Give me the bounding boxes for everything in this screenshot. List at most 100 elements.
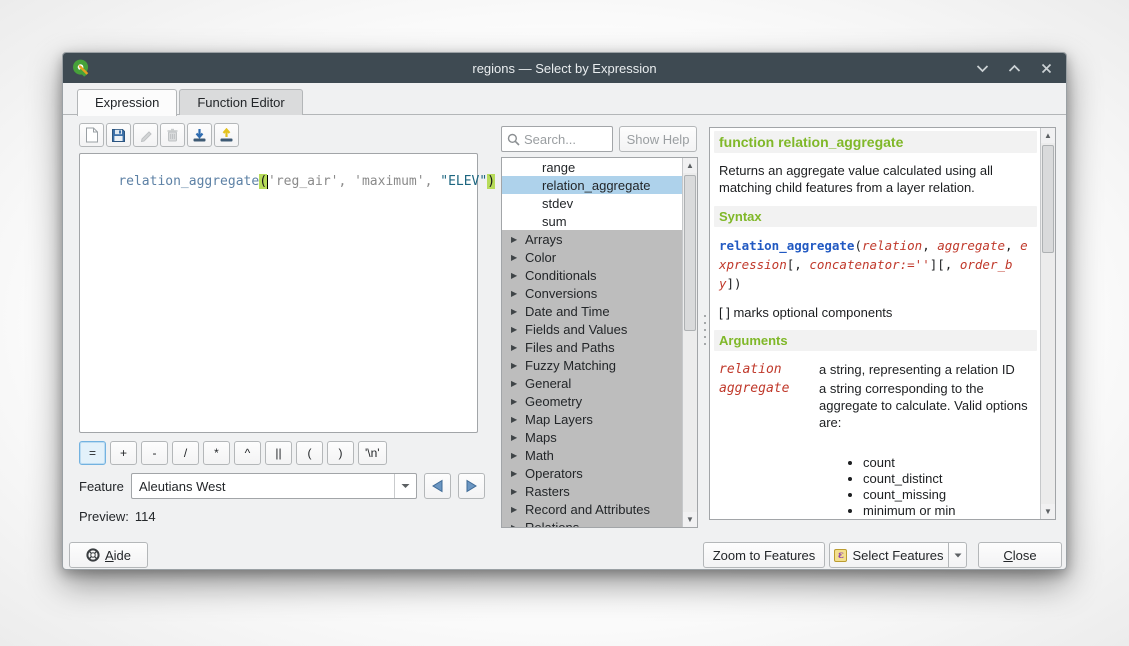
next-feature-button[interactable] bbox=[458, 473, 485, 499]
operator-button-/[interactable]: / bbox=[172, 441, 199, 465]
edit-expression-button[interactable] bbox=[133, 123, 158, 147]
scroll-up-icon[interactable]: ▲ bbox=[1041, 128, 1055, 143]
operator-button--[interactable]: - bbox=[141, 441, 168, 465]
feature-row: Feature Aleutians West bbox=[79, 473, 540, 499]
scroll-down-icon[interactable]: ▼ bbox=[683, 512, 697, 527]
expand-arrow-icon[interactable]: ▶ bbox=[502, 415, 518, 424]
titlebar[interactable]: regions — Select by Expression bbox=[63, 53, 1066, 83]
function-list-label: Geometry bbox=[518, 394, 582, 409]
help-button-label: Aide bbox=[105, 548, 131, 563]
operator-button-^[interactable]: ^ bbox=[234, 441, 261, 465]
help-scrollbar[interactable]: ▲ ▼ bbox=[1040, 128, 1055, 519]
function-list-item-fuzzy-matching[interactable]: ▶Fuzzy Matching bbox=[502, 356, 684, 374]
close-button[interactable]: Close bbox=[978, 542, 1062, 568]
select-features-dropdown[interactable] bbox=[948, 543, 966, 567]
expand-arrow-icon[interactable]: ▶ bbox=[502, 361, 518, 370]
function-list-item-geometry[interactable]: ▶Geometry bbox=[502, 392, 684, 410]
expand-arrow-icon[interactable]: ▶ bbox=[502, 433, 518, 442]
expand-arrow-icon[interactable]: ▶ bbox=[502, 253, 518, 262]
expand-arrow-icon[interactable]: ▶ bbox=[502, 451, 518, 460]
delete-expression-button[interactable] bbox=[160, 123, 185, 147]
expression-token: relation_aggregate bbox=[118, 174, 259, 189]
arguments-table: relationa string, representing a relatio… bbox=[714, 351, 1037, 520]
function-list-item-record-and-attributes[interactable]: ▶Record and Attributes bbox=[502, 500, 684, 518]
expression-token: "ELEV" bbox=[440, 174, 487, 189]
function-list-item-range[interactable]: range bbox=[502, 158, 684, 176]
function-list-item-conditionals[interactable]: ▶Conditionals bbox=[502, 266, 684, 284]
show-help-button[interactable]: Show Help bbox=[619, 126, 697, 152]
expand-arrow-icon[interactable]: ▶ bbox=[502, 235, 518, 244]
function-list-item-color[interactable]: ▶Color bbox=[502, 248, 684, 266]
function-list-item-rasters[interactable]: ▶Rasters bbox=[502, 482, 684, 500]
function-list-item-relation_aggregate[interactable]: relation_aggregate bbox=[502, 176, 684, 194]
function-list-item-arrays[interactable]: ▶Arrays bbox=[502, 230, 684, 248]
new-expression-button[interactable] bbox=[79, 123, 104, 147]
operator-button-([interactable]: ( bbox=[296, 441, 323, 465]
minimize-icon[interactable] bbox=[974, 60, 990, 76]
function-list-item-conversions[interactable]: ▶Conversions bbox=[502, 284, 684, 302]
zoom-to-features-button[interactable]: Zoom to Features bbox=[703, 542, 825, 568]
expression-token: 'reg_air' bbox=[268, 174, 338, 189]
expression-token: 'maximum' bbox=[354, 174, 424, 189]
save-expression-button[interactable] bbox=[106, 123, 131, 147]
optional-components-note: [ ] marks optional components bbox=[714, 297, 1037, 330]
expand-arrow-icon[interactable]: ▶ bbox=[502, 469, 518, 478]
select-features-button[interactable]: ε Select Features bbox=[829, 542, 967, 568]
search-input[interactable] bbox=[524, 132, 602, 147]
expand-arrow-icon[interactable]: ▶ bbox=[502, 523, 518, 529]
function-list-item-date-and-time[interactable]: ▶Date and Time bbox=[502, 302, 684, 320]
feature-combobox[interactable]: Aleutians West bbox=[131, 473, 417, 499]
function-list-item-fields-and-values[interactable]: ▶Fields and Values bbox=[502, 320, 684, 338]
scroll-up-icon[interactable]: ▲ bbox=[683, 158, 697, 173]
new-file-icon bbox=[85, 127, 99, 143]
function-list-item-stdev[interactable]: stdev bbox=[502, 194, 684, 212]
expand-arrow-icon[interactable]: ▶ bbox=[502, 307, 518, 316]
operator-button-+[interactable]: + bbox=[110, 441, 137, 465]
scrollbar-thumb[interactable] bbox=[1042, 145, 1054, 253]
close-window-icon[interactable] bbox=[1038, 60, 1054, 76]
function-list-scrollbar[interactable]: ▲ ▼ bbox=[682, 158, 697, 527]
scrollbar-thumb[interactable] bbox=[684, 175, 696, 331]
function-list-item-files-and-paths[interactable]: ▶Files and Paths bbox=[502, 338, 684, 356]
function-list-item-general[interactable]: ▶General bbox=[502, 374, 684, 392]
expand-arrow-icon[interactable]: ▶ bbox=[502, 379, 518, 388]
select-features-main[interactable]: ε Select Features bbox=[830, 543, 948, 567]
function-list-item-math[interactable]: ▶Math bbox=[502, 446, 684, 464]
operator-button-=[interactable]: = bbox=[79, 441, 106, 465]
syntax-token: relation bbox=[862, 238, 922, 253]
expression-editor[interactable]: relation_aggregate('reg_air', 'maximum',… bbox=[79, 153, 478, 433]
expand-arrow-icon[interactable]: ▶ bbox=[502, 397, 518, 406]
expand-arrow-icon[interactable]: ▶ bbox=[502, 505, 518, 514]
previous-feature-button[interactable] bbox=[424, 473, 451, 499]
expand-arrow-icon[interactable]: ▶ bbox=[502, 271, 518, 280]
tab-function-editor[interactable]: Function Editor bbox=[179, 89, 302, 115]
syntax-token: relation_aggregate bbox=[719, 238, 854, 253]
function-list-label: Files and Paths bbox=[518, 340, 615, 355]
function-list-item-sum[interactable]: sum bbox=[502, 212, 684, 230]
import-expression-button[interactable] bbox=[187, 123, 212, 147]
function-search[interactable] bbox=[501, 126, 613, 152]
operator-button-||[interactable]: || bbox=[265, 441, 292, 465]
chevron-down-icon[interactable] bbox=[394, 474, 416, 498]
scroll-down-icon[interactable]: ▼ bbox=[1041, 504, 1055, 519]
function-list-item-maps[interactable]: ▶Maps bbox=[502, 428, 684, 446]
syntax-token: ][, bbox=[930, 257, 960, 272]
function-list-item-relations[interactable]: ▶Relations bbox=[502, 518, 684, 528]
operator-button-'\n'[interactable]: '\n' bbox=[358, 441, 387, 465]
expand-arrow-icon[interactable]: ▶ bbox=[502, 289, 518, 298]
help-button[interactable]: Aide bbox=[69, 542, 148, 568]
maximize-icon[interactable] bbox=[1006, 60, 1022, 76]
expand-arrow-icon[interactable]: ▶ bbox=[502, 343, 518, 352]
export-expression-button[interactable] bbox=[214, 123, 239, 147]
function-list-item-operators[interactable]: ▶Operators bbox=[502, 464, 684, 482]
tab-expression[interactable]: Expression bbox=[77, 89, 177, 116]
argument-row: aggregatea string corresponding to the a… bbox=[719, 380, 1032, 520]
expand-arrow-icon[interactable]: ▶ bbox=[502, 487, 518, 496]
syntax-token: ]) bbox=[727, 276, 742, 291]
feature-label: Feature bbox=[79, 479, 131, 494]
function-list-item-map-layers[interactable]: ▶Map Layers bbox=[502, 410, 684, 428]
operator-button-*[interactable]: * bbox=[203, 441, 230, 465]
expand-arrow-icon[interactable]: ▶ bbox=[502, 325, 518, 334]
operator-button-)[interactable]: ) bbox=[327, 441, 354, 465]
panel-splitter[interactable] bbox=[702, 315, 708, 345]
